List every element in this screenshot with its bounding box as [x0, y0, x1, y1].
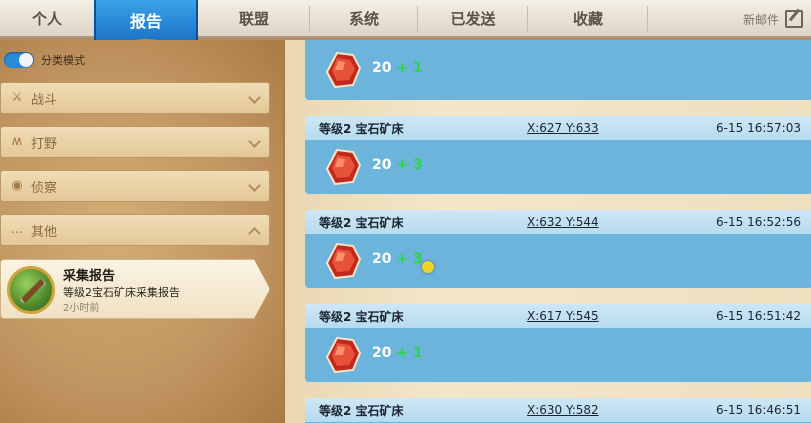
bonus-amount: + 3 — [396, 157, 423, 173]
tab-divider — [647, 6, 648, 32]
filter-scout[interactable]: ◉ 侦察 — [0, 170, 270, 202]
filter-other[interactable]: … 其他 — [0, 214, 270, 246]
list-item: 等级2 宝石矿床 X:617 Y:545 6-15 16:51:42 20 + … — [305, 304, 811, 382]
tab-personal-label: 个人 — [31, 9, 62, 28]
gem-icon — [323, 50, 363, 90]
more-icon: … — [10, 222, 24, 237]
entry-title: 等级2 宝石矿床 — [319, 309, 404, 324]
bonus-amount: + 1 — [396, 345, 423, 361]
report-title: 采集报告 — [63, 269, 116, 284]
tab-favorites-label: 收藏 — [572, 9, 603, 28]
gem-icon — [323, 147, 363, 187]
list-item: 等级2 宝石矿床 X:632 Y:544 6-15 16:52:56 20 + … — [305, 210, 811, 288]
list-item: 等级2 宝石矿床 X:630 Y:582 6-15 16:46:51 — [305, 398, 811, 423]
report-list[interactable]: 20 + 1 等级2 宝石矿床 X:627 Y:633 6-15 16:57:0… — [305, 40, 811, 423]
tab-alliance-label: 联盟 — [238, 9, 269, 28]
gem-amount: 20 + 3 — [372, 157, 423, 173]
base-amount: 20 — [372, 251, 392, 267]
eye-icon: ◉ — [11, 178, 23, 193]
tab-sent-label: 已发送 — [450, 9, 496, 28]
report-time: 2小时前 — [63, 303, 100, 314]
category-mode-label: 分类模式 — [41, 54, 85, 67]
tab-report[interactable]: 报告 — [94, 0, 198, 44]
tab-personal[interactable]: 个人 — [0, 0, 94, 36]
gather-report-icon — [7, 266, 55, 314]
tab-system-label: 系统 — [348, 9, 379, 28]
filter-scout-label: 侦察 — [31, 180, 58, 196]
base-amount: 20 — [372, 157, 392, 173]
gem-icon — [323, 335, 363, 375]
base-amount: 20 — [372, 345, 392, 361]
chevron-down-icon — [248, 91, 261, 104]
pointer-cursor — [422, 261, 434, 273]
sidebar: 分类模式 ⚔ 战斗 ʍ 打野 ◉ 侦察 … 其他 采集报告 等级2宝石矿床采集报… — [0, 40, 283, 423]
entry-timestamp: 6-15 16:46:51 — [716, 403, 801, 417]
filter-other-label: 其他 — [31, 224, 58, 240]
list-item: 20 + 1 — [305, 40, 811, 100]
gem-amount: 20 + 3 — [372, 251, 423, 267]
entry-header: 等级2 宝石矿床 X:632 Y:544 6-15 16:52:56 — [305, 210, 811, 234]
entry-coordinates-link[interactable]: X:627 Y:633 — [527, 121, 599, 135]
category-mode-toggle[interactable] — [4, 52, 34, 68]
entry-title: 等级2 宝石矿床 — [319, 215, 404, 230]
entry-body: 20 + 3 — [305, 234, 811, 288]
crossed-swords-icon: ⚔ — [11, 90, 23, 105]
base-amount: 20 — [372, 60, 392, 76]
filter-battle-label: 战斗 — [31, 92, 58, 108]
chevron-up-icon — [248, 227, 261, 240]
tab-alliance[interactable]: 联盟 — [198, 0, 310, 36]
tab-favorites[interactable]: 收藏 — [528, 0, 648, 36]
entry-coordinates-link[interactable]: X:617 Y:545 — [527, 309, 599, 323]
entry-title: 等级2 宝石矿床 — [319, 121, 404, 136]
gem-amount: 20 + 1 — [372, 345, 423, 361]
chevron-down-icon — [248, 179, 261, 192]
entry-timestamp: 6-15 16:52:56 — [716, 215, 801, 229]
filter-hunting-label: 打野 — [31, 136, 58, 152]
entry-body: 20 + 3 — [305, 140, 811, 194]
entry-timestamp: 6-15 16:57:03 — [716, 121, 801, 135]
entry-header: 等级2 宝石矿床 X:627 Y:633 6-15 16:57:03 — [305, 116, 811, 140]
tab-sent[interactable]: 已发送 — [418, 0, 528, 36]
gem-icon — [323, 241, 363, 281]
entry-body: 20 + 1 — [305, 40, 811, 100]
gather-report-item[interactable]: 采集报告 等级2宝石矿床采集报告 2小时前 — [0, 259, 270, 319]
entry-header: 等级2 宝石矿床 X:630 Y:582 6-15 16:46:51 — [305, 398, 811, 422]
entry-title: 等级2 宝石矿床 — [319, 403, 404, 418]
chevron-down-icon — [248, 135, 261, 148]
entry-timestamp: 6-15 16:51:42 — [716, 309, 801, 323]
entry-body: 20 + 1 — [305, 328, 811, 382]
category-mode-row: 分类模式 — [4, 52, 85, 68]
tab-system[interactable]: 系统 — [310, 0, 418, 36]
new-mail-button[interactable]: 新邮件 — [743, 5, 803, 33]
report-description: 等级2宝石矿床采集报告 — [63, 286, 180, 299]
filter-battle[interactable]: ⚔ 战斗 — [0, 82, 270, 114]
compose-icon — [785, 10, 803, 28]
tab-report-label: 报告 — [129, 12, 162, 31]
report-detail-panel: 20 + 1 等级2 宝石矿床 X:627 Y:633 6-15 16:57:0… — [283, 40, 811, 423]
list-item: 等级2 宝石矿床 X:627 Y:633 6-15 16:57:03 20 + … — [305, 116, 811, 194]
claw-icon: ʍ — [11, 134, 23, 149]
filter-hunting[interactable]: ʍ 打野 — [0, 126, 270, 158]
bonus-amount: + 3 — [396, 251, 423, 267]
entry-header: 等级2 宝石矿床 X:617 Y:545 6-15 16:51:42 — [305, 304, 811, 328]
gem-amount: 20 + 1 — [372, 60, 423, 76]
entry-coordinates-link[interactable]: X:632 Y:544 — [527, 215, 599, 229]
bonus-amount: + 1 — [396, 60, 423, 76]
entry-coordinates-link[interactable]: X:630 Y:582 — [527, 403, 599, 417]
new-mail-label: 新邮件 — [742, 12, 779, 27]
